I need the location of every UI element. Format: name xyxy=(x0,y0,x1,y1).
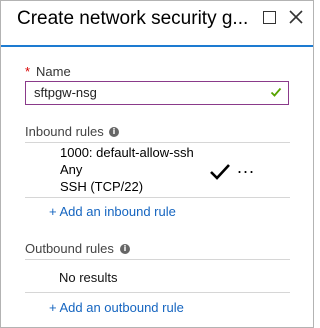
rule-source: Any xyxy=(60,162,83,177)
maximize-icon[interactable] xyxy=(263,11,276,24)
more-options-button[interactable]: ... xyxy=(237,157,255,178)
no-results-text: No results xyxy=(59,270,118,285)
rule-service: SSH (TCP/22) xyxy=(60,179,144,194)
info-icon[interactable]: i xyxy=(109,127,119,137)
checkmark-icon xyxy=(270,87,282,97)
add-outbound-rule-link[interactable]: + Add an outbound rule xyxy=(49,300,184,315)
info-icon[interactable]: i xyxy=(120,244,130,254)
blade-header: Create network security g... xyxy=(1,1,313,47)
name-field[interactable]: sftpgw-nsg xyxy=(25,81,289,105)
name-input-value[interactable]: sftpgw-nsg xyxy=(34,85,97,100)
divider xyxy=(25,259,290,260)
name-label: Name xyxy=(36,64,71,79)
required-indicator: * xyxy=(25,64,31,79)
create-nsg-blade: Create network security g... * Name sftp… xyxy=(0,0,314,328)
inbound-rule-row[interactable]: 1000: default-allow-ssh Any SSH (TCP/22)… xyxy=(25,143,290,197)
inbound-rules-label: Inbound rules xyxy=(25,124,104,139)
outbound-rules-label: Outbound rules xyxy=(25,241,114,256)
close-icon[interactable] xyxy=(287,7,305,27)
add-inbound-rule-link[interactable]: + Add an inbound rule xyxy=(49,204,176,219)
rule-priority-name: 1000: default-allow-ssh xyxy=(60,145,194,160)
checkmark-icon xyxy=(210,164,230,180)
divider xyxy=(25,292,290,293)
divider xyxy=(25,197,290,198)
blade-title: Create network security g... xyxy=(17,8,249,29)
